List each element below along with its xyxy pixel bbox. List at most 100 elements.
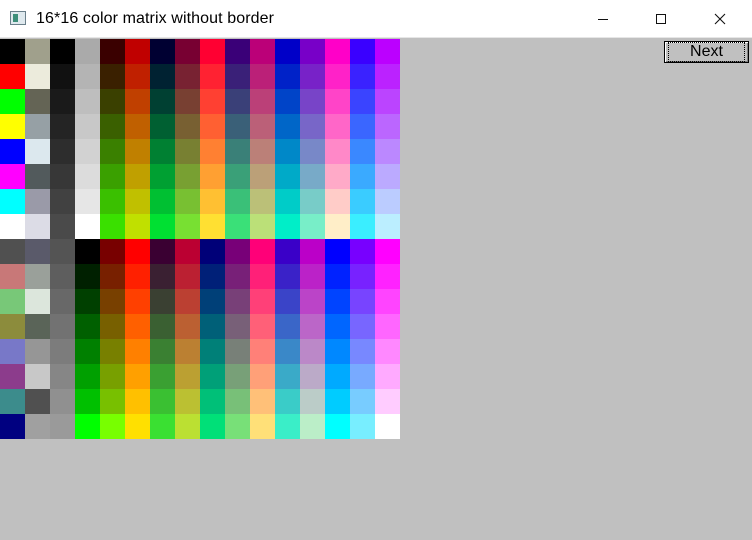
color-cell — [0, 289, 25, 314]
color-cell — [50, 364, 75, 389]
color-cell — [225, 64, 250, 89]
color-cell — [75, 364, 100, 389]
color-cell — [225, 114, 250, 139]
color-cell — [125, 414, 150, 439]
color-cell — [150, 414, 175, 439]
color-cell — [275, 164, 300, 189]
color-cell — [150, 189, 175, 214]
color-cell — [375, 114, 400, 139]
color-cell — [175, 139, 200, 164]
color-cell — [150, 64, 175, 89]
color-cell — [225, 339, 250, 364]
color-cell — [325, 414, 350, 439]
color-cell — [250, 414, 275, 439]
color-cell — [175, 264, 200, 289]
color-cell — [350, 114, 375, 139]
color-cell — [200, 189, 225, 214]
color-cell — [275, 264, 300, 289]
color-cell — [75, 289, 100, 314]
color-cell — [200, 389, 225, 414]
color-cell — [325, 289, 350, 314]
color-cell — [325, 164, 350, 189]
color-cell — [300, 414, 325, 439]
color-cell — [50, 89, 75, 114]
color-cell — [325, 114, 350, 139]
color-cell — [200, 89, 225, 114]
color-cell — [0, 139, 25, 164]
next-button[interactable]: Next — [664, 41, 749, 63]
color-matrix — [0, 39, 400, 439]
close-icon — [714, 13, 726, 25]
color-cell — [350, 314, 375, 339]
color-cell — [300, 189, 325, 214]
color-cell — [225, 364, 250, 389]
color-cell — [250, 364, 275, 389]
color-cell — [225, 239, 250, 264]
color-cell — [375, 189, 400, 214]
color-cell — [375, 414, 400, 439]
close-button[interactable] — [697, 0, 743, 38]
color-cell — [25, 114, 50, 139]
color-cell — [375, 289, 400, 314]
color-cell — [275, 414, 300, 439]
color-cell — [25, 164, 50, 189]
color-cell — [0, 364, 25, 389]
color-cell — [125, 114, 150, 139]
color-cell — [200, 414, 225, 439]
color-cell — [275, 139, 300, 164]
minimize-button[interactable] — [580, 0, 626, 38]
color-cell — [300, 164, 325, 189]
color-cell — [175, 164, 200, 189]
color-cell — [350, 389, 375, 414]
color-cell — [275, 214, 300, 239]
color-cell — [375, 364, 400, 389]
color-cell — [75, 89, 100, 114]
color-cell — [200, 264, 225, 289]
color-cell — [125, 339, 150, 364]
color-cell — [175, 39, 200, 64]
color-cell — [225, 264, 250, 289]
color-cell — [25, 39, 50, 64]
color-cell — [150, 164, 175, 189]
color-cell — [25, 314, 50, 339]
color-cell — [375, 89, 400, 114]
color-cell — [325, 339, 350, 364]
color-cell — [0, 39, 25, 64]
color-cell — [250, 64, 275, 89]
color-cell — [150, 89, 175, 114]
color-cell — [25, 389, 50, 414]
color-cell — [250, 139, 275, 164]
maximize-button[interactable] — [638, 0, 684, 38]
color-cell — [175, 339, 200, 364]
color-cell — [125, 364, 150, 389]
color-cell — [125, 314, 150, 339]
color-cell — [150, 314, 175, 339]
color-cell — [0, 214, 25, 239]
next-button-label: Next — [668, 42, 745, 62]
color-cell — [150, 214, 175, 239]
color-cell — [50, 64, 75, 89]
color-cell — [325, 239, 350, 264]
color-cell — [125, 164, 150, 189]
color-cell — [125, 189, 150, 214]
color-cell — [225, 189, 250, 214]
color-cell — [75, 64, 100, 89]
color-cell — [225, 89, 250, 114]
color-cell — [100, 289, 125, 314]
color-cell — [250, 89, 275, 114]
color-cell — [175, 414, 200, 439]
color-cell — [325, 214, 350, 239]
color-cell — [325, 364, 350, 389]
color-cell — [275, 314, 300, 339]
color-cell — [225, 314, 250, 339]
color-cell — [25, 64, 50, 89]
color-cell — [375, 164, 400, 189]
color-cell — [375, 314, 400, 339]
color-cell — [250, 239, 275, 264]
title-bar[interactable]: 16*16 color matrix without border — [0, 0, 752, 38]
color-cell — [300, 339, 325, 364]
color-cell — [150, 39, 175, 64]
color-cell — [275, 39, 300, 64]
color-cell — [150, 114, 175, 139]
color-cell — [275, 64, 300, 89]
